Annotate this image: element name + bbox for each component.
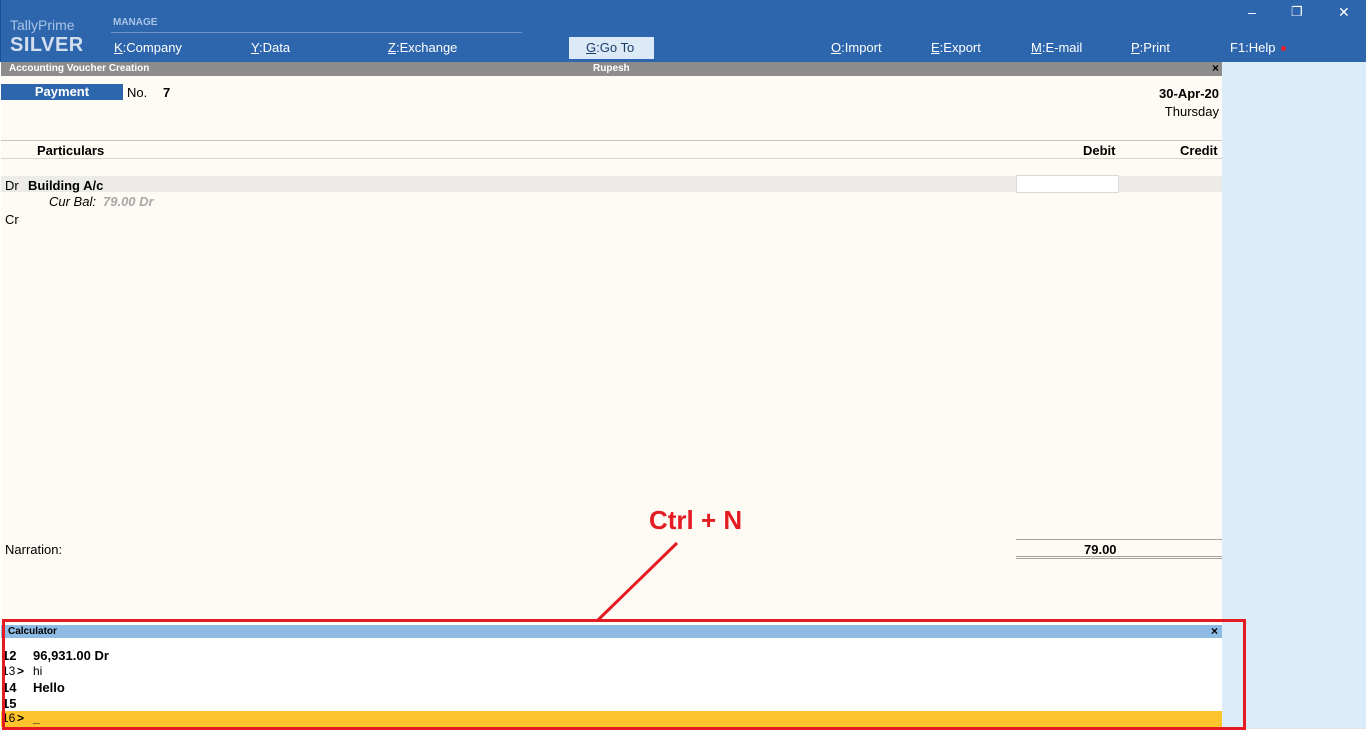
calculator-input[interactable]: _ <box>33 711 40 725</box>
column-debit: Debit <box>1083 143 1116 158</box>
cur-bal-value: 79.00 Dr <box>103 194 154 209</box>
calc-line-prompt: > <box>17 664 25 678</box>
calculator-title: Calculator <box>8 626 57 637</box>
total-debit: 79.00 <box>1084 542 1117 557</box>
brand-edition: SILVER <box>10 34 84 56</box>
menu-export-key: E <box>931 40 940 55</box>
calc-line-number: 15 <box>2 696 17 711</box>
total-top-rule <box>1016 539 1222 540</box>
calc-active-line[interactable]: 16 > _ <box>1 711 1222 727</box>
debit-amount-input[interactable] <box>1016 175 1119 193</box>
header-divider <box>1 140 1222 141</box>
goto-key: G <box>586 40 597 55</box>
bottom-strip <box>0 728 1366 743</box>
menu-import[interactable]: O:Import <box>831 40 882 55</box>
calc-line-number: 14 <box>2 680 17 695</box>
calc-line-text: hi <box>33 664 43 678</box>
screen-title: Accounting Voucher Creation <box>9 63 150 74</box>
tally-app-window: TallyPrime SILVER MANAGE K:Company Y:Dat… <box>0 0 1366 743</box>
voucher-date[interactable]: 30-Apr-20 <box>1159 86 1219 101</box>
voucher-type[interactable]: Payment <box>1 84 123 100</box>
total-bottom-rule <box>1016 556 1222 557</box>
restore-icon[interactable]: ❐ <box>1291 4 1303 20</box>
columns-divider <box>1 158 1222 159</box>
menu-print[interactable]: P:Print <box>1131 40 1170 55</box>
calc-line-text: Hello <box>33 680 65 695</box>
calculator-panel: Calculator × 12 96,931.00 Dr 13 > hi 14 … <box>1 619 1222 728</box>
calc-line: 14 Hello <box>1 680 1222 696</box>
narration-label[interactable]: Narration: <box>5 542 62 557</box>
goto-label: Go To <box>599 40 635 55</box>
menu-exchange-label: Exchange <box>399 40 458 55</box>
column-credit: Credit <box>1180 143 1218 158</box>
help-notification-dot-icon <box>1280 46 1286 52</box>
menu-help-label: Help <box>1248 40 1276 55</box>
calculator-close-icon[interactable]: × <box>1209 625 1220 638</box>
goto-button[interactable]: G:Go To <box>569 37 654 59</box>
total-bottom-rule-2 <box>1016 558 1222 559</box>
menu-email[interactable]: M:E-mail <box>1031 40 1082 55</box>
voucher-day: Thursday <box>1164 104 1219 119</box>
window-close-icon[interactable]: ✕ <box>1338 4 1350 21</box>
menu-export[interactable]: E:Export <box>931 40 981 55</box>
menu-export-label: Export <box>943 40 981 55</box>
menu-exchange-key: Z <box>388 40 396 55</box>
manage-divider <box>111 32 522 33</box>
menu-company-label: Company <box>126 40 182 55</box>
menu-email-label: E-mail <box>1045 40 1083 55</box>
calculator-title-bar: Calculator × <box>1 625 1222 638</box>
menu-company-key: K <box>114 40 123 55</box>
menu-help-key: F1 <box>1230 40 1246 55</box>
cur-bal-label: Cur Bal: <box>49 194 96 209</box>
manage-label: MANAGE <box>113 17 158 28</box>
cr-label[interactable]: Cr <box>5 212 19 227</box>
voucher-no-label: No. <box>127 85 148 100</box>
menu-company[interactable]: K:Company <box>114 40 182 55</box>
right-button-panel <box>1222 62 1366 728</box>
calc-line-number: 16 <box>2 711 16 725</box>
menu-data-label: Data <box>262 40 291 55</box>
menu-help[interactable]: F1:Help <box>1230 40 1286 55</box>
voucher-close-icon[interactable]: × <box>1210 62 1221 75</box>
dr-ledger-name[interactable]: Building A/c <box>28 178 103 193</box>
menu-exchange[interactable]: Z:Exchange <box>388 40 457 55</box>
column-particulars: Particulars <box>37 143 105 158</box>
brand-name: TallyPrime <box>10 17 75 33</box>
calc-line: 12 96,931.00 Dr <box>1 648 1222 664</box>
calc-line-text: 96,931.00 Dr <box>33 648 109 663</box>
voucher-no-value: 7 <box>163 85 171 100</box>
minimize-icon[interactable]: – <box>1248 4 1256 20</box>
top-menu-bar: TallyPrime SILVER MANAGE K:Company Y:Dat… <box>0 0 1366 62</box>
menu-print-label: Print <box>1143 40 1171 55</box>
dr-label: Dr <box>5 178 19 193</box>
menu-import-key: O <box>831 40 842 55</box>
menu-print-key: P <box>1131 40 1140 55</box>
calc-line-prompt: > <box>17 711 25 725</box>
menu-email-key: M <box>1031 40 1042 55</box>
menu-import-label: Import <box>844 40 882 55</box>
annotation-label: Ctrl + N <box>649 505 743 535</box>
voucher-screen: Accounting Voucher Creation Rupesh × Pay… <box>1 62 1222 619</box>
menu-data-key: Y <box>251 40 259 55</box>
calc-line-number: 13 <box>2 664 16 678</box>
voucher-title-bar: Accounting Voucher Creation Rupesh × <box>1 62 1222 76</box>
menu-data[interactable]: Y:Data <box>251 40 290 55</box>
company-name: Rupesh <box>593 63 630 74</box>
calc-line-number: 12 <box>2 648 17 663</box>
calc-line: 13 > hi <box>1 664 1222 680</box>
calc-line: 15 <box>1 696 1222 712</box>
